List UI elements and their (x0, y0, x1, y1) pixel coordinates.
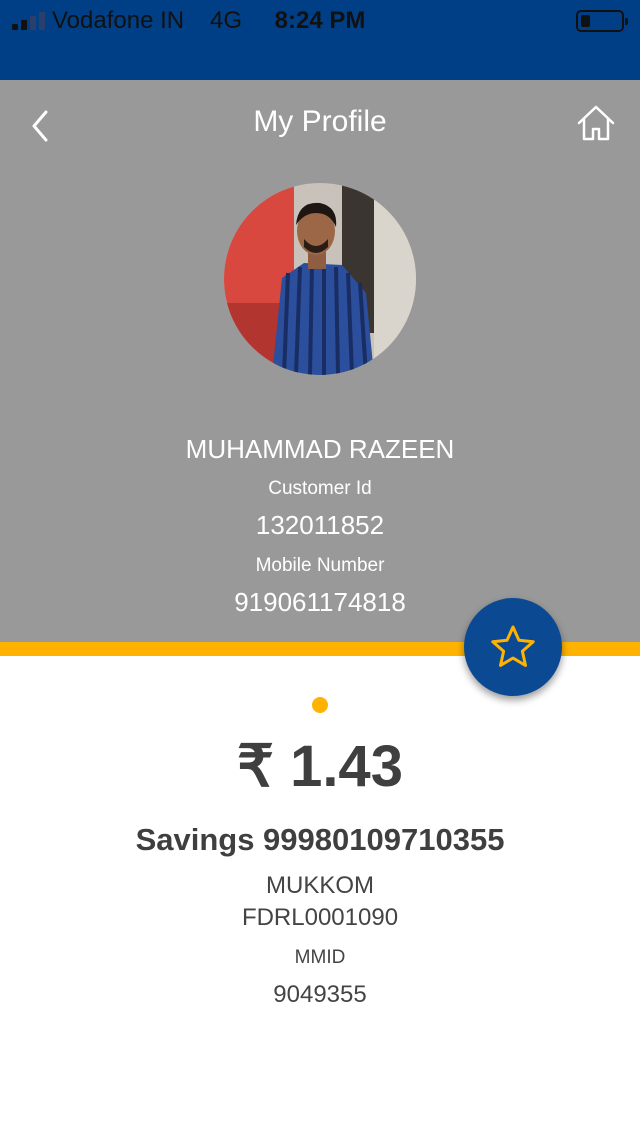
customer-id-value: 132011852 (255, 510, 385, 540)
customer-name: MUHAMMAD RAZEEN (185, 434, 455, 464)
status-time: 8:24 PM (274, 7, 366, 34)
home-button[interactable] (576, 104, 616, 144)
customer-id-label: Customer Id (268, 478, 372, 499)
page-indicator-dot (312, 697, 328, 713)
mmid-value: 9049355 (273, 981, 367, 1008)
home-icon (577, 105, 615, 141)
status-bar: Vodafone IN 4G 8:24 PM (0, 0, 640, 80)
mobile-number-label: Mobile Number (255, 555, 385, 576)
branch-name: MUKKOM (266, 872, 374, 899)
account-balance: ₹ 1.43 (237, 734, 403, 799)
profile-avatar (224, 183, 416, 375)
star-icon (491, 625, 535, 667)
battery-icon (576, 10, 628, 32)
page-title: My Profile (253, 105, 387, 138)
profile-header: My Profile MUHAMMAD RAZEEN Customer Id 1… (0, 80, 640, 642)
account-title: Savings 99980109710355 (135, 822, 505, 857)
mmid-label: MMID (294, 947, 346, 968)
ifsc-code: FDRL0001090 (241, 904, 399, 931)
favorite-button[interactable] (464, 598, 562, 696)
